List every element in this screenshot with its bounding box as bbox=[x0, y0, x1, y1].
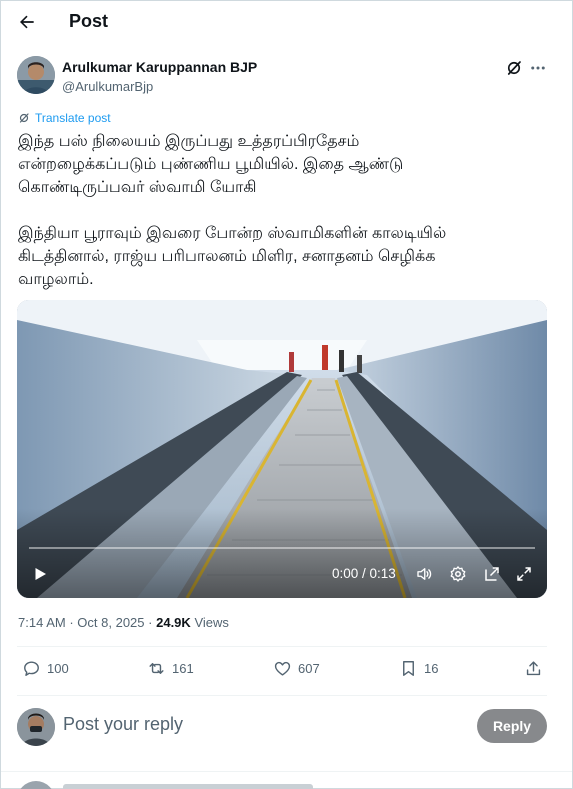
page-header: Post bbox=[1, 1, 572, 43]
back-button[interactable] bbox=[15, 10, 39, 34]
grok-icon bbox=[19, 113, 29, 123]
next-post-avatar[interactable] bbox=[17, 781, 55, 789]
fullscreen-button[interactable] bbox=[515, 565, 533, 583]
translate-label: Translate post bbox=[35, 111, 111, 125]
video-time: 0:00 / 0:13 bbox=[332, 566, 396, 581]
video-controls: 0:00 / 0:13 bbox=[17, 562, 547, 588]
translate-post-link[interactable]: Translate post bbox=[18, 111, 111, 125]
page-title: Post bbox=[69, 11, 109, 31]
reply-button[interactable]: Reply bbox=[477, 709, 547, 743]
grok-icon bbox=[507, 61, 521, 75]
post-text-line: கிடத்தினால், ராஜ்ய பரிபாலனம் மிளிர, சனாத… bbox=[18, 248, 436, 265]
share-icon bbox=[526, 661, 541, 676]
more-options-button[interactable] bbox=[529, 59, 549, 79]
bookmark-icon bbox=[403, 661, 414, 676]
post-time[interactable]: 7:14 AM bbox=[18, 615, 66, 630]
divider bbox=[17, 646, 547, 647]
post-date[interactable]: Oct 8, 2025 bbox=[77, 615, 144, 630]
volume-icon bbox=[417, 568, 432, 580]
grok-button[interactable] bbox=[505, 59, 525, 79]
heart-icon bbox=[274, 661, 291, 676]
bookmark-action[interactable]: 16 bbox=[399, 659, 438, 678]
post-page: Post Arulkumar Karuppannan BJP @Arulkuma… bbox=[0, 0, 573, 789]
post-text-line: வாழலாம். bbox=[18, 271, 94, 288]
next-post-header bbox=[63, 784, 313, 789]
repost-action[interactable]: 161 bbox=[147, 659, 194, 678]
pop-out-icon bbox=[485, 567, 499, 581]
post-text-line: கொண்டிருப்பவர் ஸ்வாமி யோகி bbox=[18, 179, 257, 196]
bookmark-count: 16 bbox=[424, 661, 439, 676]
play-icon bbox=[35, 568, 46, 580]
post-meta: 7:14 AM · Oct 8, 2025 · 24.9K Views bbox=[18, 615, 229, 630]
play-button[interactable] bbox=[31, 565, 49, 583]
arrow-left-icon bbox=[20, 15, 34, 29]
more-horizontal-icon bbox=[531, 66, 545, 70]
video-thumbnail bbox=[17, 300, 547, 598]
post-text-line: இந்த பஸ் நிலையம் இருப்பது உத்தரப்பிரதேசம… bbox=[18, 133, 360, 150]
views-label: Views bbox=[194, 615, 229, 630]
user-avatar[interactable] bbox=[17, 708, 55, 746]
post-text-line: என்றழைக்கப்படும் புண்ணிய பூமியில். இதை ஆ… bbox=[18, 156, 404, 173]
views-count: 24.9K bbox=[156, 615, 191, 630]
post-text: இந்த பஸ் நிலையம் இருப்பது உத்தரப்பிரதேசம… bbox=[18, 130, 548, 291]
repost-count: 161 bbox=[172, 661, 194, 676]
expand-icon bbox=[517, 567, 531, 581]
share-action[interactable] bbox=[524, 659, 543, 678]
video-progress-bar[interactable] bbox=[29, 547, 535, 549]
gear-icon bbox=[450, 566, 466, 582]
meta-separator: · bbox=[148, 615, 153, 630]
repost-icon bbox=[149, 663, 164, 674]
meta-separator: · bbox=[69, 615, 74, 630]
settings-button[interactable] bbox=[449, 565, 467, 583]
author-handle[interactable]: @ArulkumarBjp bbox=[62, 79, 153, 94]
pop-out-button[interactable] bbox=[483, 565, 501, 583]
author-name[interactable]: Arulkumar Karuppannan BJP bbox=[62, 59, 257, 75]
post-text-line: இந்தியா பூராவும் இவரை போன்ற ஸ்வாமிகளின் … bbox=[18, 225, 447, 242]
reply-composer: Post your reply Reply bbox=[17, 706, 547, 748]
next-post-preview bbox=[1, 771, 572, 789]
reply-icon bbox=[24, 661, 39, 676]
volume-button[interactable] bbox=[415, 565, 433, 583]
post-author: Arulkumar Karuppannan BJP @ArulkumarBjp bbox=[17, 56, 557, 98]
author-avatar[interactable] bbox=[17, 56, 55, 94]
reply-action[interactable]: 100 bbox=[22, 659, 69, 678]
like-count: 607 bbox=[298, 661, 320, 676]
reply-input[interactable]: Post your reply bbox=[63, 714, 363, 735]
reply-count: 100 bbox=[47, 661, 69, 676]
post-actions: 100 161 607 16 bbox=[1, 657, 572, 685]
video-player[interactable]: 0:00 / 0:13 bbox=[17, 300, 547, 598]
divider bbox=[17, 695, 547, 696]
like-action[interactable]: 607 bbox=[273, 659, 320, 678]
